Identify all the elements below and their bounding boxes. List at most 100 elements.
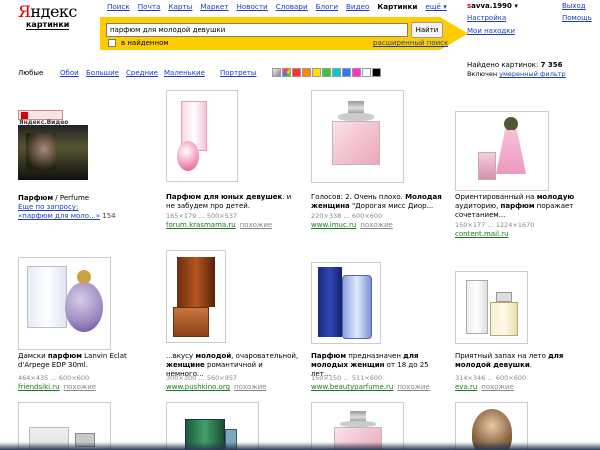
nav-mail[interactable]: Почта [138, 2, 161, 11]
top-navigation: Поиск Почта Карты Маркет Новости Словари… [107, 2, 447, 11]
found-number: 7 356 [540, 61, 563, 69]
filter-any[interactable]: Любые [18, 69, 43, 77]
similar-link[interactable]: похожие [64, 383, 96, 391]
result-size[interactable]: 464×435 … 600×600 [18, 374, 89, 382]
video-query-link[interactable]: «парфюм для моло...» [18, 212, 100, 220]
more-query-link[interactable]: Еще по запросу: [18, 203, 78, 211]
result-size[interactable]: 165×179 … 500×537 [166, 212, 237, 220]
similar-link[interactable]: похожие [481, 383, 513, 391]
color-swatch[interactable] [332, 68, 341, 77]
search-button[interactable]: Найти [411, 22, 443, 38]
video-query: «парфюм для моло...» 154 [18, 212, 116, 220]
play-icon [21, 112, 28, 119]
video-title: Парфюм / Perfume [18, 194, 90, 202]
result-caption[interactable]: Приятный запах на лето для молодой девуш… [455, 352, 590, 370]
result-site: eva.ru похожие [455, 383, 514, 391]
filter-note: Включен умеренный фильтр [467, 70, 566, 78]
result-site-link[interactable]: www.beautyparfume.ru [311, 383, 393, 391]
nav-market[interactable]: Маркет [200, 2, 228, 11]
perfume-bow-shape [338, 113, 374, 121]
result-caption[interactable]: Парфюм для юных девушек. и не забудем пр… [166, 193, 301, 211]
filter-portraits[interactable]: Портреты [220, 69, 256, 77]
woman-dress-shape [496, 130, 526, 174]
result-caption[interactable]: Ориентированный на молодую аудиторию, па… [455, 193, 590, 220]
result-site: www.imuc.ru похожие [311, 221, 393, 229]
result-site-link[interactable]: eva.ru [455, 383, 477, 391]
similar-link[interactable]: похожие [240, 221, 272, 229]
result-thumbnail[interactable] [455, 271, 528, 344]
color-swatch[interactable] [342, 68, 351, 77]
result-caption[interactable]: Дамски парфюм Lanvin Eclat d'Arpege EDP … [18, 352, 153, 370]
perfume-bottle-shape [490, 302, 518, 336]
nav-more[interactable]: ещё ▾ [425, 2, 447, 11]
result-site: forum.krasmama.ru похожие [166, 221, 272, 229]
logout-link[interactable]: Выход [562, 2, 586, 10]
nav-images: Картинки [377, 2, 418, 11]
logo-subtitle-kartinki[interactable]: картинки [26, 20, 70, 30]
result-caption[interactable]: Голосов: 2. Очень плохо. Молодая женщина… [311, 193, 446, 211]
result-site: friendsiki.ru похожие [18, 383, 96, 391]
yandex-video-badge[interactable]: Яндекс.Видео [18, 110, 68, 126]
filter-small[interactable]: Маленькие [164, 69, 205, 77]
user-block: savva.1990 ▾ Выход Настройка Помощь Мои … [467, 2, 592, 42]
color-swatch[interactable] [372, 68, 381, 77]
in-found-label: в найденном [121, 39, 169, 47]
advanced-search-link[interactable]: расширенный поиск [373, 39, 448, 47]
result-size[interactable]: 150×177 … 1224×1670 [455, 221, 534, 229]
search-input[interactable] [106, 23, 408, 37]
my-finds-link[interactable]: Мои находки [467, 27, 515, 35]
perfume-cap-shape [496, 292, 512, 302]
color-swatch[interactable] [282, 68, 291, 77]
color-swatch[interactable] [312, 68, 321, 77]
similar-link[interactable]: похожие [397, 383, 429, 391]
color-swatch[interactable] [272, 68, 281, 77]
woman-head-shape [504, 117, 518, 131]
logo-text: ндекс [30, 2, 77, 21]
result-size[interactable]: 314×346 … 600×600 [455, 374, 526, 382]
color-swatch[interactable] [322, 68, 331, 77]
result-site-link[interactable]: friendsiki.ru [18, 383, 60, 391]
nav-search[interactable]: Поиск [107, 2, 130, 11]
result-thumbnail[interactable] [311, 262, 381, 344]
result-size[interactable]: 220×338 … 600×600 [311, 212, 382, 220]
result-site-link[interactable]: content.mail.ru [455, 230, 509, 238]
nav-maps[interactable]: Карты [168, 2, 192, 11]
filter-large[interactable]: Большие [86, 69, 119, 77]
nav-news[interactable]: Новости [236, 2, 267, 11]
help-link[interactable]: Помощь [562, 14, 592, 22]
found-count: Найдено картинок: 7 356 [467, 61, 563, 69]
result-thumbnail[interactable] [166, 250, 226, 343]
filter-medium[interactable]: Средние [126, 69, 158, 77]
video-figure [26, 133, 56, 173]
moderate-filter-link[interactable]: умеренный фильтр [499, 70, 565, 78]
result-site-link[interactable]: forum.krasmama.ru [166, 221, 236, 229]
color-swatch[interactable] [292, 68, 301, 77]
similar-link[interactable]: похожие [234, 383, 266, 391]
color-swatch[interactable] [352, 68, 361, 77]
result-thumbnail[interactable] [311, 90, 404, 183]
in-found-checkbox[interactable] [108, 39, 116, 47]
settings-link[interactable]: Настройка [467, 14, 506, 22]
result-size[interactable]: 150×150 … 511×600 [311, 374, 382, 382]
nav-video[interactable]: Видео [346, 2, 369, 11]
perfume-box-shape [27, 266, 67, 328]
result-size[interactable]: 300×300 … 560×957 [166, 374, 237, 382]
video-thumbnail[interactable] [18, 125, 88, 180]
color-swatch[interactable] [362, 68, 371, 77]
perfume-bottle-shape [65, 282, 103, 332]
color-swatch[interactable] [302, 68, 311, 77]
perfume-bottle-shape [332, 121, 380, 165]
similar-link[interactable]: похожие [360, 221, 392, 229]
perfume-cap-shape [77, 270, 91, 284]
result-site-link[interactable]: www.pushkino.org [166, 383, 230, 391]
nav-dictionaries[interactable]: Словари [276, 2, 308, 11]
filter-wallpapers[interactable]: Обои [60, 69, 79, 77]
logo-letter-ya: Я [18, 2, 31, 21]
result-thumbnail[interactable] [455, 111, 549, 191]
result-site-link[interactable]: www.imuc.ru [311, 221, 356, 229]
nav-blogs[interactable]: Блоги [316, 2, 338, 11]
brand-label-shape [460, 176, 474, 184]
result-thumbnail[interactable] [18, 257, 111, 350]
result-thumbnail[interactable] [166, 90, 238, 182]
yandex-logo[interactable]: Яндекс картинки [18, 2, 78, 30]
